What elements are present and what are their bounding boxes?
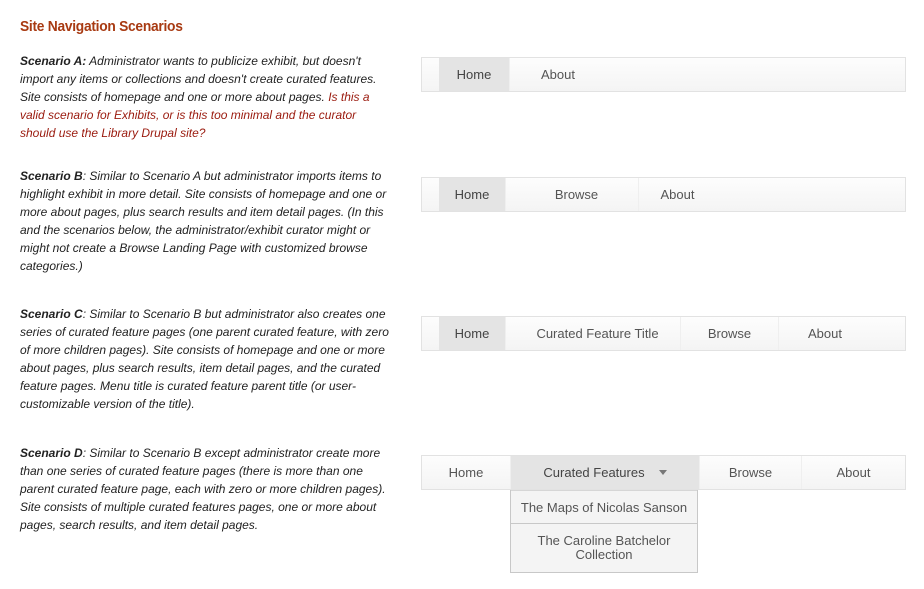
nav-item-curated-features[interactable]: Curated Features [511, 456, 700, 489]
scenario-text: : Similar to Scenario B but administrato… [20, 307, 389, 411]
scenario-d-description: Scenario D: Similar to Scenario B except… [20, 444, 390, 534]
nav-bar-scenario-b: Home Browse About [421, 177, 906, 212]
dropdown-item[interactable]: The Caroline Batchelor Collection [511, 523, 697, 572]
scenario-a-description: Scenario A: Administrator wants to publi… [20, 52, 390, 142]
nav-item-about[interactable]: About [639, 178, 716, 211]
nav-item-home[interactable]: Home [439, 58, 510, 91]
caret-down-icon [658, 470, 667, 476]
nav-item-browse[interactable]: Browse [515, 178, 639, 211]
nav-item-home[interactable]: Home [439, 178, 506, 211]
scenario-b-description: Scenario B: Similar to Scenario A but ad… [20, 167, 390, 275]
scenario-label: Scenario A: [20, 54, 87, 68]
scenario-text: : Similar to Scenario A but administrato… [20, 169, 387, 273]
nav-bar-scenario-d: Home Curated Features Browse About [421, 455, 906, 490]
nav-item-browse[interactable]: Browse [681, 317, 779, 350]
nav-bar-scenario-c: Home Curated Feature Title Browse About [421, 316, 906, 351]
nav-bar-scenario-a: Home About [421, 57, 906, 92]
nav-item-about[interactable]: About [802, 456, 905, 489]
dropdown-item[interactable]: The Maps of Nicolas Sanson [511, 490, 697, 523]
page-title: Site Navigation Scenarios [20, 18, 183, 35]
dropdown-item-label: The Caroline Batchelor Collection [537, 533, 671, 562]
nav-item-home[interactable]: Home [422, 456, 511, 489]
scenario-label: Scenario D [20, 446, 83, 460]
nav-item-curated-feature-title[interactable]: Curated Feature Title [515, 317, 681, 350]
scenario-label: Scenario C [20, 307, 83, 321]
nav-item-about[interactable]: About [779, 317, 871, 350]
nav-item-label: Curated Features [543, 465, 645, 480]
scenario-c-description: Scenario C: Similar to Scenario B but ad… [20, 305, 390, 413]
nav-item-browse[interactable]: Browse [700, 456, 802, 489]
nav-item-home[interactable]: Home [439, 317, 506, 350]
curated-features-dropdown: The Maps of Nicolas Sanson The Caroline … [510, 490, 698, 573]
nav-item-about[interactable]: About [512, 58, 604, 91]
scenario-label: Scenario B [20, 169, 83, 183]
